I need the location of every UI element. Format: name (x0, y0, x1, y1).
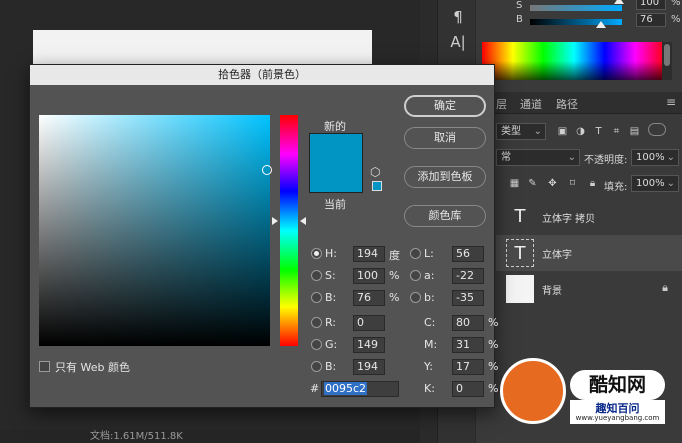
y-input[interactable]: 17 (452, 359, 484, 375)
lab-b-input[interactable]: -35 (452, 290, 484, 306)
s-input[interactable]: 100 (353, 268, 385, 284)
k-input[interactable]: 0 (452, 381, 484, 397)
kind-dropdown[interactable]: 类型 ⌄ (496, 123, 546, 140)
lab-b-radio[interactable] (410, 292, 421, 303)
r-radio[interactable] (311, 317, 322, 328)
background-thumbnail (506, 275, 534, 303)
lock-paint-icon[interactable]: ✎ (526, 177, 539, 190)
tab-channels[interactable]: 通道 (520, 96, 542, 112)
fill-field[interactable]: 100% ⌄ (631, 175, 679, 192)
adjustment-filter-icon[interactable]: ◑ (574, 125, 587, 138)
text-layer-icon: T (514, 206, 526, 227)
text-cursor-icon[interactable]: A| (447, 31, 469, 53)
s-slider-thumb[interactable] (614, 0, 624, 4)
color-libraries-button[interactable]: 颜色库 (404, 205, 486, 227)
b-value-field[interactable]: 76 (636, 13, 666, 27)
artboard-icon[interactable]: ⌑ (566, 177, 579, 190)
layer-row[interactable]: 背景 🔒︎ (496, 271, 682, 307)
type-filter-icon[interactable]: T (592, 125, 605, 138)
smart-object-filter-icon[interactable]: ▤ (628, 125, 641, 138)
a-row: a: -22 (410, 268, 496, 284)
layers-tabs: 层 通道 路径 ≡ (476, 92, 682, 114)
s-radio[interactable] (311, 270, 322, 281)
m-input[interactable]: 31 (452, 337, 484, 353)
cube-icon[interactable]: ⬡ (370, 165, 380, 179)
hue-slider-thumb-left[interactable] (272, 217, 278, 225)
watermark-logo-icon (500, 358, 566, 424)
current-label: 当前 (324, 198, 346, 211)
k-row: K: 0 % (424, 381, 499, 397)
b-row: B: 76 % (311, 290, 411, 306)
photoshop-window: 文档:1.61M/511.8K ¶ A| S 100 % B 76 % 层 通道… (0, 0, 682, 443)
color-picker-dialog: 拾色器（前景色） 新的 当前 ⬡ 确定 取消 添加到色板 颜色库 H: 194 … (29, 64, 499, 408)
l-input[interactable]: 56 (452, 246, 484, 262)
text-layer-icon: T (506, 239, 534, 267)
paragraph-icon[interactable]: ¶ (447, 6, 469, 28)
a-input[interactable]: -22 (452, 268, 484, 284)
lock-transparent-icon[interactable]: ▦ (508, 177, 521, 190)
y-row: Y: 17 % (424, 359, 499, 375)
lock-icon[interactable]: 🔒︎ (586, 177, 599, 190)
web-colors-checkbox[interactable] (39, 361, 50, 372)
menu-icon[interactable]: ≡ (666, 95, 676, 109)
blue-row: B: 194 (311, 359, 411, 375)
c-input[interactable]: 80 (452, 315, 484, 331)
layer-row[interactable]: T 立体字 拷贝 (496, 199, 682, 235)
lab-b-row: b: -35 (410, 290, 496, 306)
b-input[interactable]: 76 (353, 290, 385, 306)
websafe-swatch[interactable] (372, 181, 382, 191)
shape-filter-icon[interactable]: ⌗ (610, 125, 623, 138)
opacity-label: 不透明度: (584, 155, 628, 166)
new-color-swatch (310, 134, 362, 164)
tab-layers[interactable]: 层 (496, 96, 507, 112)
lock-icon: 🔒︎ (662, 281, 668, 294)
l-row: L: 56 (410, 246, 496, 262)
hue-slider-thumb-right[interactable] (300, 217, 306, 225)
h-row: H: 194 度 (311, 246, 411, 262)
ok-button[interactable]: 确定 (404, 95, 486, 117)
b-slider-track[interactable] (530, 19, 622, 25)
dialog-title: 拾色器（前景色） (30, 65, 494, 85)
h-radio[interactable] (311, 248, 322, 259)
blend-mode-dropdown[interactable]: 常 ⌄ (496, 149, 580, 166)
new-label: 新的 (324, 120, 346, 133)
lock-move-icon[interactable]: ✥ (546, 177, 559, 190)
c-row: C: 80 % (424, 315, 499, 331)
spectrum-scrollbar[interactable] (662, 42, 672, 80)
g-row: G: 149 (311, 337, 411, 353)
layer-filter-row: 类型 ⌄ ▣ ◑ T ⌗ ▤ (476, 120, 682, 142)
m-row: M: 31 % (424, 337, 499, 353)
s-row: S: 100 % (311, 268, 411, 284)
blue-input[interactable]: 194 (353, 359, 385, 375)
b-radio[interactable] (311, 292, 322, 303)
s-value-field[interactable]: 100 (636, 0, 666, 10)
a-radio[interactable] (410, 270, 421, 281)
hue-slider[interactable] (280, 115, 298, 346)
cancel-button[interactable]: 取消 (404, 127, 486, 149)
color-spectrum[interactable] (482, 42, 666, 80)
color-preview (309, 133, 363, 193)
r-input[interactable]: 0 (353, 315, 385, 331)
image-filter-icon[interactable]: ▣ (556, 125, 569, 138)
r-row: R: 0 (311, 315, 411, 331)
color-field[interactable] (39, 115, 270, 346)
watermark: 酷知网 趣知百问 www.yueyangbang.com (500, 352, 665, 432)
l-radio[interactable] (410, 248, 421, 259)
fill-label: 填充: (604, 182, 628, 193)
status-bar: 文档:1.61M/511.8K (0, 430, 420, 443)
add-to-swatches-button[interactable]: 添加到色板 (404, 166, 486, 188)
current-color-swatch[interactable] (310, 164, 362, 192)
b-slider-thumb[interactable] (596, 21, 606, 28)
blue-radio[interactable] (311, 361, 322, 372)
color-field-cursor[interactable] (262, 165, 272, 175)
g-radio[interactable] (311, 339, 322, 350)
h-input[interactable]: 194 (353, 246, 385, 262)
g-input[interactable]: 149 (353, 337, 385, 353)
hex-input[interactable]: 0095c2 (321, 381, 399, 397)
s-slider-track[interactable] (530, 5, 622, 11)
opacity-field[interactable]: 100% ⌄ (631, 149, 679, 166)
layer-row-selected[interactable]: T 立体字 (496, 235, 682, 271)
filter-toggle-icon[interactable] (648, 123, 666, 136)
tab-paths[interactable]: 路径 (556, 96, 578, 112)
